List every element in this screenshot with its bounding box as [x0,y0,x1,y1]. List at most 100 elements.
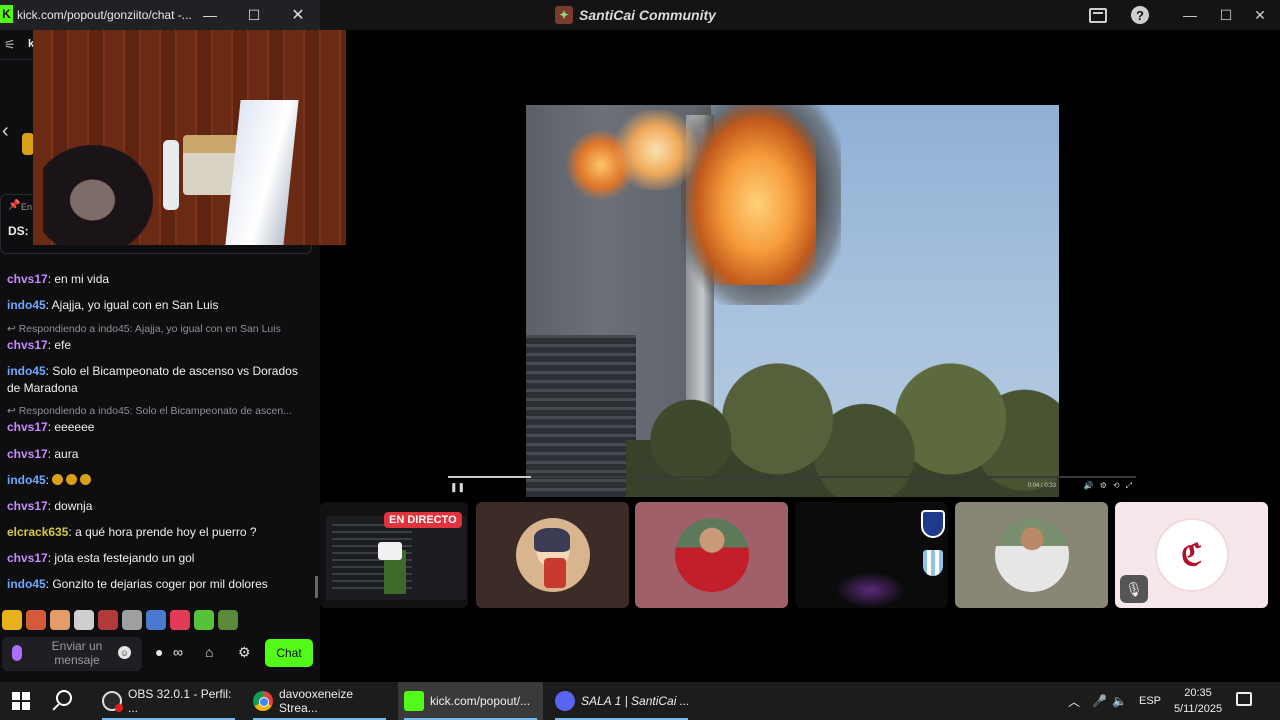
chat-input[interactable]: Enviar un mensaje ☺ [2,637,142,671]
webcam-person [43,145,153,245]
chat-settings-icon[interactable]: ⚟ [4,37,16,53]
maximize-button[interactable]: ☐ [1208,0,1244,30]
chat-username[interactable]: chvs17 [7,338,48,352]
chat-text: : a qué hora prende hoy el puerro ? [68,525,257,539]
send-chat-button[interactable]: Chat [265,639,313,667]
emote-icon[interactable] [194,610,214,630]
pause-icon[interactable]: ❚❚ [450,482,465,493]
chat-username[interactable]: indo45 [7,298,46,312]
chat-username[interactable]: chvs17 [7,499,48,513]
participant-tile[interactable] [955,502,1108,608]
store-icon[interactable]: ⌂ [205,644,213,660]
help-button[interactable]: ? [1122,0,1158,30]
chat-username[interactable]: elcrack635 [7,525,68,539]
emote-icon[interactable] [26,610,46,630]
theater-icon[interactable]: ⟲ [1113,481,1120,491]
video-fire [611,110,701,190]
chat-message: chvs17: jota esta festejando un gol [7,550,307,567]
chat-reply-context[interactable]: ↩ Respondiendo a indo45: Ajajja, yo igua… [7,323,312,335]
chat-username[interactable]: indo45 [7,473,46,487]
chat-close-button[interactable]: ✕ [278,0,318,30]
participant-tile[interactable] [795,502,948,608]
stream-video[interactable] [526,105,1059,497]
chat-text: : aura [47,447,79,461]
search-icon[interactable] [56,690,72,706]
help-icon: ? [1131,6,1149,24]
emote-icon[interactable] [146,610,166,630]
emote-icon[interactable] [98,610,118,630]
chat-messages[interactable]: chvs17: en mi vida indo45: Ajajja, yo ig… [0,246,320,598]
clock[interactable]: 20:35 5/11/2025 [1168,685,1228,717]
chat-username[interactable]: chvs17 [7,551,48,565]
chat-message: indo45: [7,472,307,489]
chat-message: elcrack635: a qué hora prende hoy el pue… [7,524,307,541]
chat-message: indo45: Gonzito te dejarias coger por mi… [7,576,307,593]
chat-message: chvs17: efe [7,337,307,354]
participant-tile-screenshare[interactable]: EN DIRECTO [320,502,468,608]
language-indicator[interactable]: ESP [1139,682,1161,720]
participant-tile[interactable] [476,502,629,608]
window-title-text: SantiCai Community [579,7,716,23]
chat-reply-context[interactable]: ↩ Respondiendo a indo45: Solo el Bicampe… [7,405,312,417]
chat-username[interactable]: chvs17 [7,447,48,461]
taskbar: OBS 32.0.1 - Perfil: ... davooxeneize St… [0,682,1280,720]
taskbar-item-discord[interactable]: SALA 1 | SantiCai ... [549,682,694,720]
chat-username[interactable]: indo45 [7,577,46,591]
chat-minimize-button[interactable]: — [190,0,230,30]
fullscreen-icon[interactable]: ⤢ [1126,481,1132,491]
notification-icon[interactable] [1236,692,1252,706]
gear-icon[interactable]: ⚙ [238,644,251,661]
participant-tile[interactable] [635,502,788,608]
emote-icon[interactable] [122,610,142,630]
inbox-button[interactable] [1080,0,1116,30]
chat-username[interactable]: chvs17 [7,272,48,286]
chat-text: : downja [47,499,93,513]
emoji-picker-icon[interactable]: ☺ [118,646,131,659]
volume-icon[interactable]: 🔈 [1112,682,1127,720]
infinity-icon[interactable]: ∞ [173,644,183,660]
emote-icon[interactable] [74,610,94,630]
emote-icon[interactable] [170,610,190,630]
chat-titlebar: K kick.com/popout/gonziito/chat -... — ☐… [0,0,320,30]
microphone-icon[interactable]: 🎤 [1092,682,1107,720]
chat-text: : Gonzito te dejarias coger por mil dolo… [45,577,268,591]
chat-username[interactable]: indo45 [7,364,46,378]
tray-chevron-icon[interactable]: ︿ [1068,682,1080,720]
video-building [526,335,636,497]
window-title: ✦ SantiCai Community [555,6,716,24]
stream-stage[interactable]: ❚❚ 0:04 / 0:33 🔊 ⚙ ⟲ ⤢ [320,30,1280,500]
close-button[interactable]: ✕ [1242,0,1278,30]
taskbar-item-kick[interactable]: kick.com/popout/... [398,682,543,720]
club-badge-icon [923,550,943,576]
taskbar-item-label: kick.com/popout/... [430,694,531,708]
chat-input-row: Enviar un mensaje ☺ ● ∞ ⌂ ⚙ Chat [0,636,320,676]
reply-text: Respondiendo a indo45: Solo el Bicampeon… [18,405,292,417]
volume-icon[interactable]: 🔊 [1084,481,1094,491]
webcam-overlay[interactable] [33,30,346,245]
chat-message: chvs17: downja [7,498,307,515]
users-icon[interactable]: ● [155,644,163,660]
avatar: ℭ [1154,518,1229,592]
live-badge: EN DIRECTO [384,512,462,528]
settings-icon[interactable]: ⚙ [1100,481,1107,491]
minimize-button[interactable]: — [1172,0,1208,30]
taskbar-item-label: OBS 32.0.1 - Perfil: ... [128,687,232,715]
inbox-icon [1089,7,1107,23]
emote-bar [0,607,320,633]
chat-username[interactable]: chvs17 [7,420,48,434]
seek-bar[interactable] [448,476,1136,478]
back-arrow-icon[interactable]: ‹ [2,120,9,143]
emote-icon[interactable] [218,610,238,630]
windows-start-icon[interactable] [12,692,30,710]
emote-icon[interactable] [50,610,70,630]
chat-scrollbar[interactable] [315,576,318,598]
chat-text: : eeeeee [47,420,95,434]
emote-icon[interactable] [2,610,22,630]
taskbar-item-obs[interactable]: OBS 32.0.1 - Perfil: ... [96,682,241,720]
video-control-icons: 🔊 ⚙ ⟲ ⤢ [1084,481,1132,491]
avatar [515,518,590,592]
chat-maximize-button[interactable]: ☐ [234,0,274,30]
participant-tile[interactable]: ℭ 🎙 [1115,502,1268,608]
mic-icon[interactable] [12,645,22,661]
taskbar-item-chrome[interactable]: davooxeneize Strea... [247,682,392,720]
